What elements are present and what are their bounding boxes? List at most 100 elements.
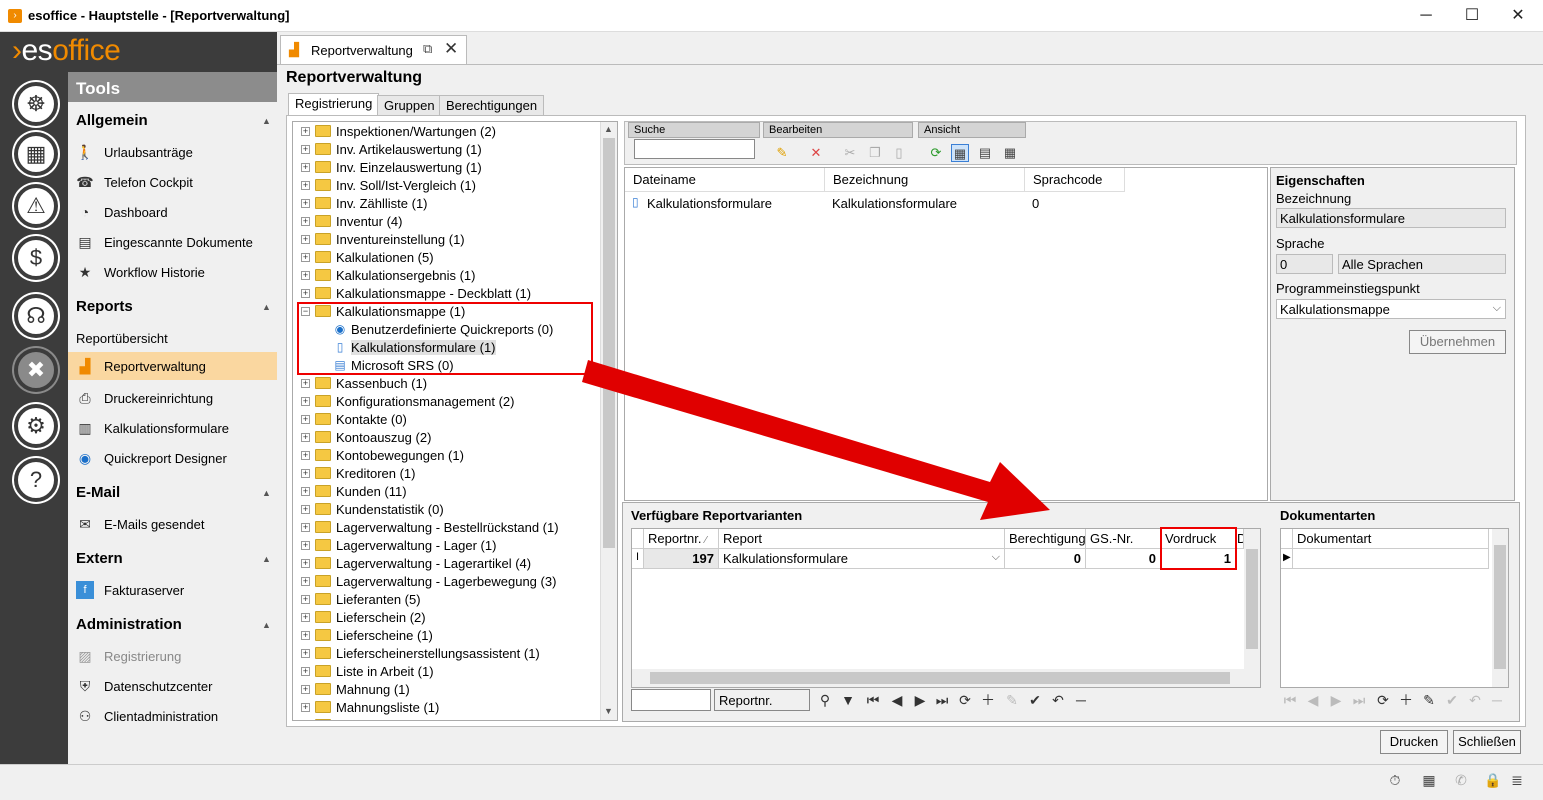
cell-gs-nr[interactable]: 0: [1086, 549, 1161, 569]
filter-icon[interactable]: ▼: [838, 689, 858, 711]
add-icon[interactable]: ＋: [1396, 689, 1416, 711]
expand-icon[interactable]: +: [301, 667, 310, 676]
expand-icon[interactable]: +: [301, 289, 310, 298]
last-record-icon[interactable]: ⏭: [932, 689, 952, 711]
gears-icon[interactable]: ⚙: [14, 404, 58, 448]
scroll-thumb[interactable]: [1494, 545, 1506, 669]
stopwatch-icon[interactable]: ⏱: [1386, 772, 1404, 790]
paste-icon[interactable]: ▯: [890, 144, 908, 162]
expand-icon[interactable]: +: [301, 703, 310, 712]
search-input[interactable]: [634, 139, 755, 159]
expand-icon[interactable]: +: [301, 631, 310, 640]
database-icon[interactable]: ≣: [1508, 772, 1526, 790]
expand-icon[interactable]: +: [301, 253, 310, 262]
menu-item-fakturaserver[interactable]: f Fakturaserver: [68, 576, 277, 604]
column-sprachcode[interactable]: Sprachcode: [1025, 168, 1125, 192]
menu-item-clientadministration[interactable]: ⚇ Clientadministration: [68, 702, 277, 730]
prev-record-icon[interactable]: ◀: [887, 689, 907, 711]
phone-icon[interactable]: ✆: [1452, 772, 1470, 790]
cut-icon[interactable]: ✂: [841, 144, 859, 162]
expand-icon[interactable]: +: [301, 595, 310, 604]
section-allgemein[interactable]: Allgemein ▲: [76, 112, 271, 129]
expand-icon[interactable]: +: [301, 649, 310, 658]
next-record-icon[interactable]: ▶: [1326, 689, 1346, 711]
column-berechtigung[interactable]: Berechtigung: [1005, 529, 1086, 549]
select-programmeinstiegspunkt[interactable]: Kalkulationsmappe ⌵: [1276, 299, 1506, 319]
column-reportnr[interactable]: Reportnr. ⁄: [644, 529, 719, 549]
expand-icon[interactable]: +: [301, 217, 310, 226]
delete-minus-icon[interactable]: ─: [1487, 689, 1507, 711]
undo-icon[interactable]: ↶: [1465, 689, 1485, 711]
prev-record-icon[interactable]: ◀: [1303, 689, 1323, 711]
edit-icon[interactable]: ✎: [1419, 689, 1439, 711]
close-button[interactable]: Schließen: [1453, 730, 1521, 754]
menu-item-druckereinrichtung[interactable]: ⎙ Druckereinrichtung: [68, 384, 277, 412]
expand-icon[interactable]: +: [301, 145, 310, 154]
scroll-down-icon[interactable]: ▼: [604, 706, 613, 716]
scroll-thumb[interactable]: [650, 672, 1230, 684]
menu-item-eingescannte-dokumente[interactable]: ▤ Eingescannte Dokumente: [68, 228, 277, 256]
delete-icon[interactable]: ✕: [807, 144, 825, 162]
section-email[interactable]: E-Mail ▲: [76, 484, 271, 501]
cell-report[interactable]: Kalkulationsformulare ⌵: [719, 549, 1005, 569]
menu-item-registrierung[interactable]: ▨ Registrierung: [68, 642, 277, 670]
undo-icon[interactable]: ↶: [1048, 689, 1068, 711]
cell-reportnr[interactable]: 197: [644, 549, 719, 569]
expand-icon[interactable]: +: [301, 523, 310, 532]
maximize-button[interactable]: ☐: [1449, 0, 1495, 32]
scroll-up-icon[interactable]: ▲: [604, 124, 613, 134]
field-bezeichnung[interactable]: Kalkulationsformulare: [1276, 208, 1506, 228]
edit-pencil-icon[interactable]: ✎: [773, 144, 791, 162]
grid-hscrollbar[interactable]: [632, 669, 1260, 687]
scroll-thumb[interactable]: [603, 138, 615, 548]
add-icon[interactable]: ＋: [978, 689, 998, 711]
expand-icon[interactable]: +: [301, 163, 310, 172]
column-dateiname[interactable]: Dateiname: [625, 168, 825, 192]
menu-item-reportuebersicht[interactable]: Reportübersicht: [68, 324, 277, 352]
cell-berechtigung[interactable]: 0: [1005, 549, 1086, 569]
tab-reportverwaltung[interactable]: ▟ Reportverwaltung ⧉ ✕: [280, 35, 467, 64]
building-icon[interactable]: ▦: [1420, 772, 1438, 790]
save-check-icon[interactable]: ✔: [1025, 689, 1045, 711]
print-button[interactable]: Drucken: [1380, 730, 1448, 754]
menu-item-reportverwaltung[interactable]: ▟ Reportverwaltung: [68, 352, 277, 380]
refresh-icon[interactable]: ⟳: [1373, 689, 1393, 711]
headset-icon[interactable]: ☊: [14, 294, 58, 338]
close-tab-icon[interactable]: ✕: [444, 39, 458, 59]
expand-icon[interactable]: +: [301, 451, 310, 460]
first-record-icon[interactable]: ⏮: [863, 689, 883, 711]
expand-icon[interactable]: +: [301, 541, 310, 550]
expand-icon[interactable]: +: [301, 487, 310, 496]
expand-icon[interactable]: +: [301, 379, 310, 388]
collapse-icon[interactable]: ▲: [262, 554, 271, 564]
collapse-icon[interactable]: ▲: [262, 488, 271, 498]
help-icon[interactable]: ?: [14, 458, 58, 502]
menu-item-datenschutzcenter[interactable]: ⛨ Datenschutzcenter: [68, 672, 277, 700]
section-administration[interactable]: Administration ▲: [76, 616, 271, 633]
grid-vscrollbar[interactable]: [1244, 529, 1260, 669]
tab-gruppen[interactable]: Gruppen: [377, 95, 442, 115]
expand-icon[interactable]: +: [301, 685, 310, 694]
last-record-icon[interactable]: ⏭: [1349, 689, 1369, 711]
expand-icon[interactable]: +: [301, 235, 310, 244]
collapse-icon[interactable]: ▲: [262, 302, 271, 312]
delete-minus-icon[interactable]: ─: [1071, 689, 1091, 711]
lock-icon[interactable]: 🔒: [1484, 772, 1502, 790]
field-sprache[interactable]: Alle Sprachen: [1338, 254, 1506, 274]
expand-icon[interactable]: +: [301, 577, 310, 586]
menu-item-dashboard[interactable]: ◔ Dashboard: [68, 198, 277, 226]
column-d[interactable]: D: [1236, 529, 1244, 549]
menu-item-kalkulationsformulare[interactable]: ▥ Kalkulationsformulare: [68, 414, 277, 442]
helm-icon[interactable]: ☸: [14, 82, 58, 126]
search-icon[interactable]: ⚲: [815, 689, 835, 711]
tools-icon[interactable]: ✖: [14, 348, 58, 392]
expand-icon[interactable]: +: [301, 505, 310, 514]
view-list-icon[interactable]: ▤: [976, 144, 994, 162]
menu-item-telefon-cockpit[interactable]: ☎ Telefon Cockpit: [68, 168, 277, 196]
view-grid-icon[interactable]: ▦: [1001, 144, 1019, 162]
apply-button[interactable]: Übernehmen: [1409, 330, 1506, 354]
expand-icon[interactable]: +: [301, 199, 310, 208]
expand-icon[interactable]: +: [301, 415, 310, 424]
field-sprache-code[interactable]: 0: [1276, 254, 1333, 274]
navigator-search-input[interactable]: [631, 689, 711, 711]
